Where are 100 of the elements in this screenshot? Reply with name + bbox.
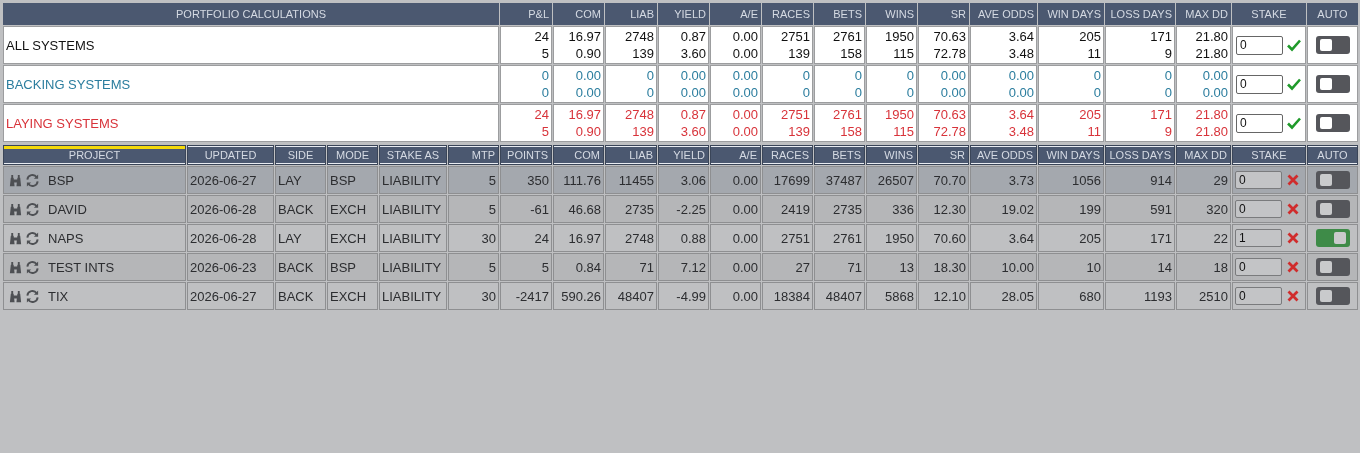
cell-value: 21.80 <box>1195 123 1228 140</box>
column-header[interactable]: UPDATED <box>187 145 274 165</box>
column-header[interactable]: YIELD <box>658 145 709 165</box>
stake-input[interactable]: 1 <box>1235 229 1282 247</box>
cell-value: 0 <box>541 67 549 84</box>
column-header[interactable]: STAKE AS <box>379 145 447 165</box>
column-header[interactable]: MODE <box>327 145 378 165</box>
column-header[interactable]: AUTO <box>1307 145 1358 165</box>
column-header[interactable]: WINS <box>866 145 917 165</box>
table-cell: 1950 <box>866 224 917 252</box>
column-header[interactable]: LIAB <box>605 3 657 25</box>
stake-input[interactable]: 0 <box>1235 287 1282 305</box>
stake-input[interactable]: 0 <box>1235 258 1282 276</box>
column-header[interactable]: A/E <box>710 3 761 25</box>
table-cell: 3.64 <box>970 224 1037 252</box>
binoculars-icon[interactable] <box>8 172 23 188</box>
cell-value: 0 <box>1164 84 1172 101</box>
column-header[interactable]: WIN DAYS <box>1038 3 1104 25</box>
column-header[interactable]: LOSS DAYS <box>1105 145 1175 165</box>
column-header[interactable]: WINS <box>866 3 917 25</box>
cell-value: 21.80 <box>1195 106 1228 123</box>
column-header[interactable]: PROJECT <box>3 145 186 165</box>
column-header[interactable]: WIN DAYS <box>1038 145 1104 165</box>
column-header[interactable]: SR <box>918 145 969 165</box>
table-cell: 0.00 <box>710 195 761 223</box>
cell-value: 3.48 <box>1008 45 1034 62</box>
table-cell: 199 <box>1038 195 1104 223</box>
column-header[interactable]: YIELD <box>658 3 709 25</box>
column-header[interactable]: STAKE <box>1232 145 1306 165</box>
table-cell: 2748 <box>605 224 657 252</box>
column-header[interactable]: STAKE <box>1232 3 1306 25</box>
table-cell: 17699 <box>762 166 813 194</box>
column-header[interactable]: BETS <box>814 3 865 25</box>
table-cell: 70.70 <box>918 166 969 194</box>
column-header[interactable]: RACES <box>762 145 813 165</box>
table-cell: LAY <box>275 224 326 252</box>
table-cell: 0.00 <box>710 282 761 310</box>
refresh-icon[interactable] <box>25 288 40 304</box>
toggle-switch[interactable] <box>1315 36 1350 54</box>
binoculars-icon[interactable] <box>8 201 23 217</box>
project-cell[interactable]: BSP <box>3 166 186 194</box>
column-header: PORTFOLIO CALCULATIONS <box>3 3 499 25</box>
table-cell: 2026-06-27 <box>187 282 274 310</box>
table-cell: 5868 <box>866 282 917 310</box>
column-header[interactable]: COM <box>553 145 604 165</box>
stake-input[interactable]: 0 <box>1235 171 1282 189</box>
toggle-switch[interactable] <box>1315 75 1350 93</box>
refresh-icon[interactable] <box>25 230 40 246</box>
cell-value: 72.78 <box>933 45 966 62</box>
toggle-switch[interactable] <box>1315 171 1350 189</box>
binoculars-icon[interactable] <box>8 259 23 275</box>
refresh-icon[interactable] <box>25 201 40 217</box>
column-header[interactable]: MAX DD <box>1176 145 1231 165</box>
table-cell: 2510 <box>1176 282 1231 310</box>
stake-input[interactable]: 0 <box>1236 35 1283 55</box>
column-header[interactable]: LOSS DAYS <box>1105 3 1175 25</box>
project-cell[interactable]: DAVID <box>3 195 186 223</box>
column-header[interactable]: MTP <box>448 145 499 165</box>
column-header[interactable]: BETS <box>814 145 865 165</box>
toggle-switch[interactable] <box>1315 200 1350 218</box>
project-name: NAPS <box>48 230 84 246</box>
table-cell: 37487 <box>814 166 865 194</box>
refresh-icon[interactable] <box>25 259 40 275</box>
column-header[interactable]: POINTS <box>500 145 552 165</box>
refresh-icon[interactable] <box>25 172 40 188</box>
column-header[interactable]: AUTO <box>1307 3 1358 25</box>
column-header[interactable]: MAX DD <box>1176 3 1231 25</box>
column-header[interactable]: AVE ODDS <box>970 3 1037 25</box>
project-cell[interactable]: TEST INTS <box>3 253 186 281</box>
binoculars-icon[interactable] <box>8 230 23 246</box>
cell-value: 115 <box>893 45 914 62</box>
column-header[interactable]: SR <box>918 3 969 25</box>
table-cell: 2026-06-23 <box>187 253 274 281</box>
table-cell: 18 <box>1176 253 1231 281</box>
cell-value: 1950 <box>885 28 914 45</box>
column-header[interactable]: AVE ODDS <box>970 145 1037 165</box>
column-header[interactable]: LIAB <box>605 145 657 165</box>
toggle-switch[interactable] <box>1315 229 1350 247</box>
table-cell: BACK <box>275 195 326 223</box>
cell-value: 11 <box>1087 123 1101 140</box>
table-cell: LIABILITY <box>379 166 447 194</box>
stake-input[interactable]: 0 <box>1235 200 1282 218</box>
toggle-switch[interactable] <box>1315 287 1350 305</box>
toggle-switch[interactable] <box>1315 258 1350 276</box>
project-cell[interactable]: NAPS <box>3 224 186 252</box>
column-header[interactable]: RACES <box>762 3 813 25</box>
column-header[interactable]: SIDE <box>275 145 326 165</box>
project-name: TIX <box>48 288 69 304</box>
cell-value: 5 <box>541 45 549 62</box>
cell-value: 0.00 <box>1008 67 1034 84</box>
column-header[interactable]: COM <box>553 3 604 25</box>
project-name: BSP <box>48 172 74 188</box>
column-header[interactable]: A/E <box>710 145 761 165</box>
column-header[interactable]: P&L <box>500 3 552 25</box>
project-name: DAVID <box>48 201 87 217</box>
project-cell[interactable]: TIX <box>3 282 186 310</box>
stake-input[interactable]: 0 <box>1236 113 1283 133</box>
stake-input[interactable]: 0 <box>1236 74 1283 94</box>
binoculars-icon[interactable] <box>8 288 23 304</box>
toggle-switch[interactable] <box>1315 114 1350 132</box>
